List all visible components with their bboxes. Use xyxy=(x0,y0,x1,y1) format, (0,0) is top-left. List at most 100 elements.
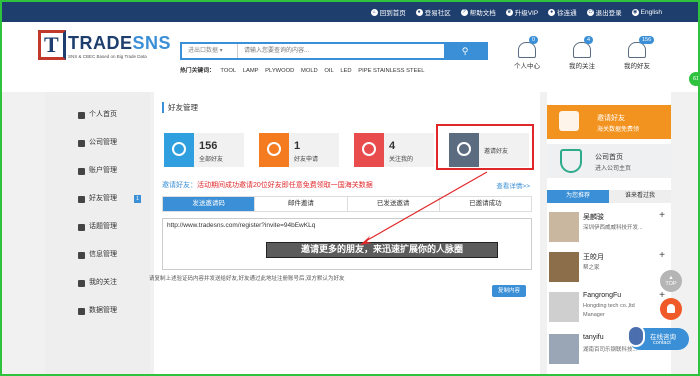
tab-email-invite[interactable]: 邮件邀请 xyxy=(255,197,348,211)
count-badge: 156 xyxy=(639,36,655,44)
avatar[interactable] xyxy=(549,212,579,242)
language-link[interactable]: ◉ English xyxy=(631,7,662,17)
sidebar-item-messages[interactable]: 信息管理 xyxy=(45,248,150,262)
community-icon: ● xyxy=(415,8,423,16)
friends-icon xyxy=(628,42,646,58)
hot-keywords: 热门关键词： TOOL LAMP PLYWOOD MOLD OIL LED PI… xyxy=(180,68,425,74)
logout-icon: ⏻ xyxy=(586,8,594,16)
add-friend-button[interactable]: + xyxy=(659,210,665,221)
help-icon: ? xyxy=(460,8,468,16)
count-badge: 4 xyxy=(584,36,594,44)
person-icon xyxy=(518,42,536,58)
top-links: ⌂ 回到首页 ● 登易社区 ? 帮助文档 ♛ 升级VIP ● 徐连通 ⏻ 退出登录 ◉ Eng… xyxy=(370,7,662,17)
vip-icon: ♛ xyxy=(505,8,513,16)
user-icon: ● xyxy=(548,8,556,16)
page-title: 好友管理 xyxy=(162,102,198,113)
personal-center-link[interactable]: 0 个人中心 xyxy=(507,36,547,70)
recommend-tabs: 为您推荐 谁来看过我 xyxy=(547,190,671,203)
home-link[interactable]: ⌂ 回到首页 xyxy=(370,7,406,17)
chart-icon xyxy=(78,308,85,315)
hot-keyword[interactable]: PIPE STAINLESS STEEL xyxy=(358,68,424,74)
sidebar-item-data[interactable]: 数据管理 xyxy=(45,304,150,318)
vip-link[interactable]: ♛ 升级VIP xyxy=(505,7,538,17)
language-icon: ◉ xyxy=(631,8,639,16)
friends-panel: 好友管理 156 全部好友 1 好友申请 4 关注我的 邀请好友 邀请好友：活动… xyxy=(149,92,540,374)
invite-hint: 请复制上述验证码内容并发送给好友,好友通过此地址注册账号后,双方默认为好友 xyxy=(149,276,345,282)
heart-icon xyxy=(78,280,85,287)
tab-recommended[interactable]: 为您推荐 xyxy=(547,190,609,203)
logo-tagline: SNS & CBEC Based on Big Trade Data xyxy=(68,54,147,59)
sidebar-item-topics[interactable]: 话题管理 xyxy=(45,220,150,234)
home-icon: ⌂ xyxy=(370,8,378,16)
edit-icon xyxy=(78,224,85,231)
stat-followers[interactable]: 4 关注我的 xyxy=(354,133,434,167)
gift-icon xyxy=(559,111,579,131)
sidebar-item-account[interactable]: 账户管理 xyxy=(45,164,150,178)
avatar[interactable] xyxy=(549,334,579,364)
gear-icon xyxy=(78,168,85,175)
hot-keyword[interactable]: TOOL xyxy=(220,68,236,74)
hot-keyword[interactable]: PLYWOOD xyxy=(265,68,294,74)
annotation-arrow xyxy=(360,171,488,245)
site-logo[interactable]: T TRADESNS SNS & CBEC Based on Big Trade… xyxy=(38,30,172,64)
my-follows-link[interactable]: 4 我的关注 xyxy=(562,36,602,70)
shield-icon xyxy=(560,149,582,173)
search-input[interactable] xyxy=(238,44,444,58)
stat-all-friends[interactable]: 156 全部好友 xyxy=(164,133,244,167)
tab-visitors[interactable]: 谁来看过我 xyxy=(609,190,671,203)
sidebar-item-company[interactable]: 公司管理 xyxy=(45,136,150,150)
avatar[interactable] xyxy=(549,252,579,282)
tab-send-code[interactable]: 发送邀请码 xyxy=(163,197,256,211)
top-nav-bar: ⌂ 回到首页 ● 登易社区 ? 帮助文档 ♛ 升级VIP ● 徐连通 ⏻ 退出登录 ◉ Eng… xyxy=(2,2,698,22)
count-badge: 1 xyxy=(133,195,141,203)
community-link[interactable]: ● 登易社区 xyxy=(415,7,451,17)
details-link[interactable]: 查看详情>> xyxy=(496,180,530,190)
building-icon xyxy=(78,140,85,147)
avatar[interactable] xyxy=(549,292,579,322)
search-bar: 进出口数据 ▾ ⚲ xyxy=(180,42,488,60)
logo-text: TRADESNS xyxy=(68,33,172,53)
edge-badge[interactable]: 61 xyxy=(689,72,698,86)
bell-icon xyxy=(667,304,675,313)
sidebar-item-follows[interactable]: 我的关注 xyxy=(45,276,150,290)
help-link[interactable]: ? 帮助文档 xyxy=(460,7,496,17)
heart-icon xyxy=(573,42,591,58)
list-item[interactable]: FangrongFu Hongding tech co.,ltd Manager… xyxy=(547,290,671,326)
my-friends-link[interactable]: 156 我的好友 xyxy=(617,36,657,70)
home-icon xyxy=(78,112,85,119)
list-item[interactable]: 吴麟骏 深圳伊西威威科技开发... + xyxy=(547,210,671,246)
company-home-card[interactable]: 公司首页 进入公司主页 xyxy=(547,144,671,178)
sidebar: 个人首页 公司管理 账户管理 好友管理 1 话题管理 信息管理 我的关注 数据管理 xyxy=(45,92,150,374)
friends-icon xyxy=(78,196,85,203)
user-link[interactable]: ● 徐连通 xyxy=(548,7,577,17)
copy-button[interactable]: 复制内容 xyxy=(492,285,526,297)
header-shortcuts: 0 个人中心 4 我的关注 156 我的好友 xyxy=(507,36,657,70)
notification-button[interactable] xyxy=(660,298,682,320)
stat-friend-requests[interactable]: 1 好友申请 xyxy=(259,133,339,167)
online-consult-button[interactable]: 在线咨询 contact xyxy=(627,325,689,350)
support-avatar-icon xyxy=(627,325,645,347)
sidebar-item-home[interactable]: 个人首页 xyxy=(45,108,150,122)
list-item[interactable]: 王皎月 帮之家 + xyxy=(547,250,671,286)
hot-keyword[interactable]: MOLD xyxy=(301,68,318,74)
search-category-select[interactable]: 进出口数据 ▾ xyxy=(182,44,238,58)
back-to-top-button[interactable]: ▲ TOP xyxy=(660,270,682,292)
logout-link[interactable]: ⏻ 退出登录 xyxy=(586,7,622,17)
hot-keyword[interactable]: LAMP xyxy=(243,68,259,74)
invite-banner: 邀请好友：活动期间成功邀请20位好友即任意免费领取一国海关数据 xyxy=(162,182,373,189)
main-area: 个人首页 公司管理 账户管理 好友管理 1 话题管理 信息管理 我的关注 数据管理… xyxy=(2,92,698,374)
page-frame: ⌂ 回到首页 ● 登易社区 ? 帮助文档 ♛ 升级VIP ● 徐连通 ⏻ 退出登录 ◉ Eng… xyxy=(0,0,700,376)
sidebar-item-friends[interactable]: 好友管理 1 xyxy=(45,192,150,206)
highlight-box xyxy=(436,124,534,170)
add-friend-button[interactable]: + xyxy=(659,250,665,261)
count-badge: 0 xyxy=(529,36,539,44)
hot-keyword[interactable]: LED xyxy=(340,68,351,74)
heart-icon xyxy=(354,133,384,167)
hot-keyword[interactable]: OIL xyxy=(324,68,333,74)
search-icon: ⚲ xyxy=(461,46,469,56)
friends-icon xyxy=(164,133,194,167)
site-header: T TRADESNS SNS & CBEC Based on Big Trade… xyxy=(2,22,698,77)
invite-friends-card[interactable]: 邀请好友 海关数据免费领 xyxy=(547,105,671,139)
search-button[interactable]: ⚲ xyxy=(444,44,486,58)
search-icon xyxy=(259,133,289,167)
